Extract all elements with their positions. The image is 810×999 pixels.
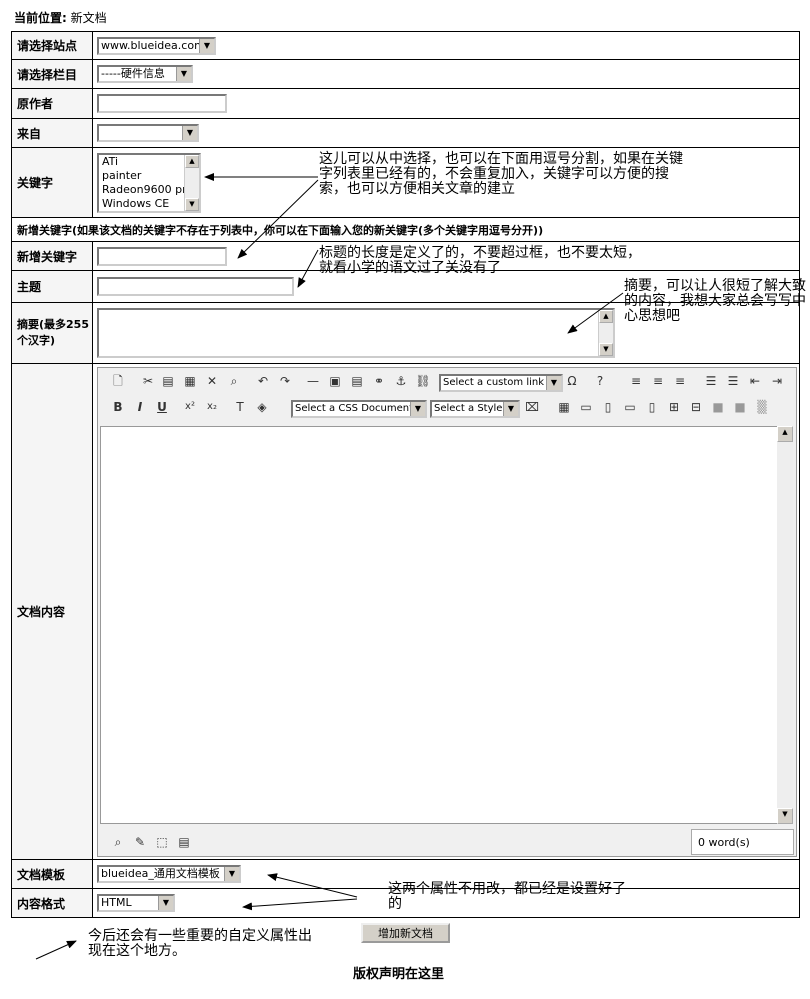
arrow-new-keyword bbox=[237, 179, 319, 259]
arrow-custom bbox=[35, 940, 77, 960]
arrow-title bbox=[297, 249, 319, 288]
arrow-summary bbox=[567, 292, 624, 334]
arrow-template bbox=[267, 873, 358, 898]
annotation-arrows bbox=[35, 173, 624, 960]
arrow-format bbox=[242, 898, 358, 911]
